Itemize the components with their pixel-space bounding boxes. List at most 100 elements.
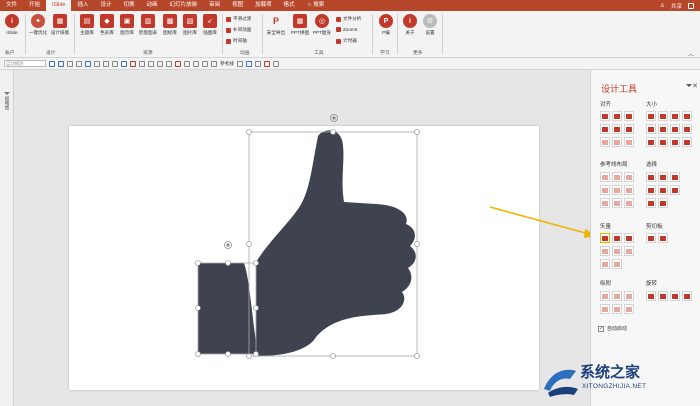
smooth-transition-button[interactable]: 平滑过渡 [226, 16, 251, 22]
islide-button[interactable]: i iSlide [2, 14, 22, 35]
snap-bottom-button[interactable] [624, 304, 634, 314]
guide-layout-5-button[interactable] [612, 185, 622, 195]
color-library-button[interactable]: ◆ 色彩库 [97, 14, 117, 36]
guide-layout-2-button[interactable] [612, 172, 622, 182]
distribute-vertical-button[interactable] [612, 137, 622, 147]
tab-addins[interactable]: 加载项 [249, 0, 278, 11]
stretch-button[interactable] [670, 124, 680, 134]
more-icon[interactable] [272, 60, 279, 67]
icon-library-button[interactable]: ▩ 图标库 [160, 14, 180, 36]
select-same-fill-button[interactable] [646, 172, 656, 182]
clipboard-paste-button[interactable] [658, 233, 668, 243]
undo-icon[interactable] [58, 60, 64, 67]
design-layout-button[interactable]: ▦ 设计排版 [50, 14, 70, 36]
tab-review[interactable]: 审阅 [203, 0, 226, 11]
align-to-slide-button[interactable] [624, 137, 634, 147]
ppt-collage-button[interactable]: ▦ PPT拼图 [290, 14, 310, 36]
settings-button[interactable]: ⚙ 设置 [420, 14, 440, 36]
copy-icon[interactable] [193, 60, 199, 67]
timer-button[interactable]: 计时器 [336, 38, 357, 44]
smart-chart-button[interactable]: ▥ 智能图表 [138, 14, 158, 36]
tab-slideshow[interactable]: 幻灯片放映 [164, 0, 204, 11]
diagram-library-button[interactable]: ▣ 图示库 [117, 14, 137, 36]
auto-start-option[interactable]: ✓ 自动启动 [598, 325, 627, 332]
select-invert-button[interactable] [670, 185, 680, 195]
about-button[interactable]: i 关于 [400, 14, 420, 36]
picture-library-button[interactable]: ▨ 图片库 [180, 14, 200, 36]
tab-format[interactable]: 格式 [278, 0, 301, 11]
panel-dropdown-icon[interactable] [686, 84, 692, 87]
flip-vertical-button[interactable] [682, 291, 692, 301]
vector-intersect-button[interactable] [600, 246, 610, 256]
tab-islide[interactable]: iSlide [46, 0, 72, 11]
fill-slide-button[interactable] [658, 124, 668, 134]
ppt-slim-button[interactable]: ◎ PPT瘦身 [312, 14, 332, 36]
crop-icon[interactable] [130, 60, 136, 67]
select-all-button[interactable] [646, 198, 656, 208]
snap-right-button[interactable] [624, 291, 634, 301]
tab-design[interactable]: 设计 [95, 0, 118, 11]
tab-transitions[interactable]: 切换 [118, 0, 141, 11]
p-learn-button[interactable]: P P编 [376, 14, 396, 36]
group-icon[interactable] [139, 60, 145, 67]
guide-layout-9-button[interactable] [624, 198, 634, 208]
auto-start-checkbox[interactable]: ✓ [598, 325, 604, 332]
slide[interactable] [69, 126, 539, 390]
file-analysis-button[interactable]: 文件分析 [336, 16, 361, 22]
shape-fill-icon[interactable] [85, 60, 91, 67]
tab-search[interactable]: ☼ 搜索 [301, 0, 331, 11]
flip-horizontal-button[interactable] [670, 291, 680, 301]
select-same-line-button[interactable] [658, 172, 668, 182]
select-same-type-button[interactable] [670, 172, 680, 182]
guide-layout-1-button[interactable] [600, 172, 610, 182]
arrange-icon[interactable] [166, 60, 172, 67]
same-size-button[interactable] [670, 111, 680, 121]
size-options-button[interactable] [670, 137, 680, 147]
align-right-button[interactable] [624, 111, 634, 121]
size-more-button[interactable] [682, 137, 692, 147]
select-similar-button[interactable] [658, 198, 668, 208]
illustration-library-button[interactable]: ➶ 插图库 [200, 14, 220, 36]
tab-home[interactable]: 开始 [23, 0, 46, 11]
vector-edit-points-button[interactable] [600, 259, 610, 269]
size-reset-button[interactable] [658, 137, 668, 147]
distribute-icon[interactable] [157, 60, 163, 67]
vector-outline-button[interactable] [624, 246, 634, 256]
align-middle-button[interactable] [612, 124, 622, 134]
vector-fragment-button[interactable] [624, 233, 634, 243]
guide-layout-7-button[interactable] [600, 198, 610, 208]
share-button[interactable]: 共享 [671, 2, 682, 10]
refresh-icon[interactable] [76, 60, 82, 67]
theme-library-button[interactable]: ▤ 主题库 [77, 14, 97, 36]
align-icon[interactable] [148, 60, 154, 67]
one-click-optimize-button[interactable]: ✦ 一键优化 [28, 14, 48, 36]
image-icon[interactable] [121, 60, 127, 67]
align-center-button[interactable] [612, 111, 622, 121]
clipboard-copy-button[interactable] [646, 233, 656, 243]
select-same-size-button[interactable] [646, 185, 656, 195]
timeline-button[interactable]: 时间轴 [226, 38, 247, 44]
close-icon[interactable]: ✕ [692, 82, 698, 90]
ruler-icon[interactable] [202, 60, 208, 67]
scale-button[interactable] [682, 124, 692, 134]
same-width-button[interactable] [646, 111, 656, 121]
frame-icon[interactable] [112, 60, 118, 67]
auto-size-field[interactable]: 自动缩放 [4, 60, 46, 67]
guide-layout-6-button[interactable] [624, 185, 634, 195]
vector-combine-button[interactable] [612, 233, 622, 243]
vector-subtract-button[interactable] [612, 246, 622, 256]
save-icon[interactable] [49, 60, 55, 67]
guide-layout-3-button[interactable] [624, 172, 634, 182]
rectangle-icon[interactable] [103, 60, 109, 67]
highlight-icon[interactable] [263, 60, 270, 67]
expand-arrow-icon[interactable] [4, 92, 10, 95]
font-color-icon[interactable] [245, 60, 252, 67]
fit-height-button[interactable] [646, 124, 656, 134]
snap-middle-button[interactable] [612, 304, 622, 314]
guide-layout-4-button[interactable] [600, 185, 610, 195]
tab-animations[interactable]: 动画 [141, 0, 164, 11]
guides-checkbox-icon[interactable] [211, 60, 217, 67]
outline-icon[interactable] [94, 60, 100, 67]
tab-insert[interactable]: 插入 [71, 0, 94, 11]
lock-icon[interactable] [184, 60, 190, 67]
